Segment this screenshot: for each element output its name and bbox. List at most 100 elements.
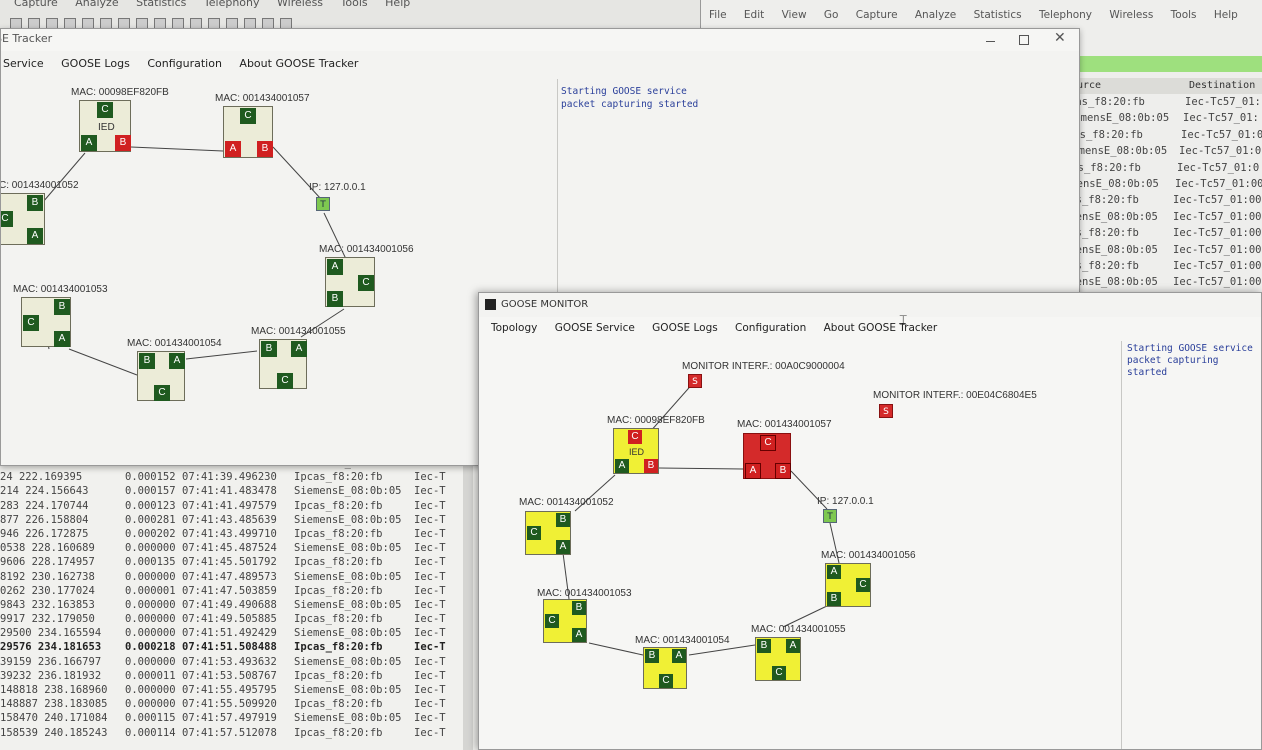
table-row[interactable]: 0262 230.177024 0.000001 07:41:47.503859 Ip… xyxy=(0,585,470,599)
switch-node[interactable]: B A C xyxy=(259,339,307,389)
table-row[interactable]: cas_f8:20:fb Iec-Tc57_01: xyxy=(1063,96,1262,112)
column-source[interactable]: urce xyxy=(1077,80,1101,91)
column-destination[interactable]: Destination xyxy=(1189,80,1255,91)
table-cell: 0.000000 xyxy=(125,655,176,668)
close-icon[interactable]: ✕ xyxy=(1054,30,1066,46)
ied-node[interactable]: C IED A B xyxy=(613,428,659,474)
menu-tools[interactable]: Tools xyxy=(341,0,368,9)
switch-node-alarm[interactable]: C A B xyxy=(743,433,791,479)
table-cell: 24 222.169395 xyxy=(0,471,83,484)
title-bar[interactable]: SE Tracker ✕ xyxy=(0,29,1079,51)
menu-wireless[interactable]: Wireless xyxy=(277,0,323,9)
switch-node[interactable]: A C B xyxy=(825,563,871,607)
menu-edit[interactable]: Edit xyxy=(744,9,764,21)
port-a: A xyxy=(827,565,841,579)
table-row[interactable]: 214 224.156643 0.000157 07:41:41.483478 Sie… xyxy=(0,485,470,499)
table-row[interactable]: 9843 232.163853 0.000000 07:41:49.490688 Si… xyxy=(0,599,470,613)
table-row[interactable]: emensE_08:0b:05 Iec-Tc57_01:00 xyxy=(1063,211,1262,227)
table-row[interactable]: 158539 240.185243 0.000114 07:41:57.512078… xyxy=(0,727,470,741)
menu-capture[interactable]: Capture xyxy=(14,0,58,9)
monitor-interface-node[interactable]: S xyxy=(688,374,702,388)
display-filter-bar[interactable] xyxy=(1079,56,1262,72)
table-row[interactable]: cas_f8:20:fb Iec-Tc57_01:0 xyxy=(1063,162,1262,178)
table-row[interactable]: 946 226.172875 0.000202 07:41:43.499710 Ipc… xyxy=(0,528,470,542)
table-row[interactable]: cas_f8:20:fb Iec-Tc57_01:0 xyxy=(1063,129,1262,145)
switch-node[interactable]: B A C xyxy=(755,637,801,681)
menu-wireless[interactable]: Wireless xyxy=(1109,9,1153,21)
table-row[interactable]: cas_f8:20:fb Iec-Tc57_01:00 xyxy=(1063,227,1262,243)
table-row[interactable]: 9606 228.174957 0.000135 07:41:45.501792 Ip… xyxy=(0,556,470,570)
menu-statistics[interactable]: Statistics xyxy=(136,0,186,9)
menu-telephony[interactable]: Telephony xyxy=(1039,9,1092,21)
menu-goose-logs[interactable]: GOOSE Logs xyxy=(652,322,718,334)
menu-configuration[interactable]: Configuration xyxy=(147,57,222,70)
table-row[interactable]: cas_f8:20:fb Iec-Tc57_01:00 xyxy=(1063,194,1262,210)
menu-go[interactable]: Go xyxy=(824,9,839,21)
menu-about[interactable]: About GOOSE Tracker xyxy=(239,57,358,70)
maximize-icon[interactable] xyxy=(1019,35,1029,45)
table-row[interactable]: emensE_08:0b:05 Iec-Tc57_01:00 xyxy=(1063,178,1262,194)
menu-goose-logs[interactable]: GOOSE Logs xyxy=(61,57,130,70)
ip-node[interactable]: T xyxy=(316,197,330,211)
menu-service[interactable]: Service xyxy=(3,57,44,70)
menu-topology[interactable]: Topology xyxy=(491,322,537,334)
menu-capture[interactable]: Capture xyxy=(856,9,898,21)
monitor-interface-node[interactable]: S xyxy=(879,404,893,418)
switch-node[interactable]: B C A xyxy=(543,599,587,643)
table-cell: Iec-T xyxy=(414,471,446,484)
table-row[interactable]: 148818 238.168960 0.000000 07:41:55.495795… xyxy=(0,684,470,698)
switch-node[interactable]: B C A xyxy=(525,511,571,555)
table-row[interactable]: 9917 232.179050 0.000000 07:41:49.505885 Ip… xyxy=(0,613,470,627)
window-title: SE Tracker xyxy=(0,32,53,45)
table-cell: 39159 236.166797 xyxy=(0,655,102,668)
table-row[interactable]: iemensE_08:0b:05 Iec-Tc57_01: xyxy=(1063,112,1262,128)
node-mac-label: MAC: 001434001054 xyxy=(635,635,730,646)
menu-configuration[interactable]: Configuration xyxy=(735,322,806,334)
table-row[interactable]: emensE_08:0b:05 Iec-Tc57_01:00 xyxy=(1063,276,1262,292)
ied-node[interactable]: C IED A B xyxy=(79,100,131,152)
log-line: packet capturing started xyxy=(1127,355,1219,378)
table-cell: 07:41:53.508767 xyxy=(182,669,277,682)
scrollbar[interactable] xyxy=(463,455,473,750)
switch-node[interactable]: B C A xyxy=(1,193,45,245)
table-row[interactable]: 0538 228.160689 0.000000 07:41:45.487524 Si… xyxy=(0,542,470,556)
title-bar[interactable]: GOOSE MONITOR xyxy=(479,293,1261,317)
table-cell: Iec-T xyxy=(414,485,446,498)
switch-node[interactable]: C A B xyxy=(223,106,273,158)
table-row[interactable]: 24 222.169395 0.000152 07:41:39.496230 Ipca… xyxy=(0,471,470,485)
table-cell: 07:41:49.505885 xyxy=(182,613,277,626)
table-row[interactable]: 29500 234.165594 0.000000 07:41:51.492429 S… xyxy=(0,627,470,641)
switch-node[interactable]: B A C xyxy=(643,647,687,689)
table-row[interactable]: 148887 238.183085 0.000000 07:41:55.509920… xyxy=(0,698,470,712)
menu-statistics[interactable]: Statistics xyxy=(974,9,1022,21)
table-row[interactable]: 8192 230.162738 0.000000 07:41:47.489573 Si… xyxy=(0,571,470,585)
table-row[interactable]: iemensE_08:0b:05 Iec-Tc57_01:0 xyxy=(1063,145,1262,161)
table-row[interactable]: emensE_08:0b:05 Iec-Tc57_01:00 xyxy=(1063,244,1262,260)
menu-help[interactable]: Help xyxy=(1214,9,1238,21)
menu-analyze[interactable]: Analyze xyxy=(915,9,956,21)
table-row[interactable]: 283 224.170744 0.000123 07:41:41.497579 Ipc… xyxy=(0,500,470,514)
switch-node[interactable]: A C B xyxy=(325,257,375,307)
minimize-icon[interactable] xyxy=(986,41,995,42)
menu-goose-service[interactable]: GOOSE Service xyxy=(555,322,635,334)
switch-node[interactable]: B C A xyxy=(21,297,71,347)
table-cell: Ipcas_f8:20:fb xyxy=(294,698,383,711)
menu-view[interactable]: View xyxy=(782,9,807,21)
switch-node[interactable]: B A C xyxy=(137,351,185,401)
ip-node[interactable]: T xyxy=(823,509,837,523)
table-row[interactable]: 29576 234.181653 0.000218 07:41:51.508488 I… xyxy=(0,641,470,655)
table-row[interactable]: 39232 236.181932 0.000011 07:41:53.508767 I… xyxy=(0,670,470,684)
table-cell: Iec-Tc57_01:00 xyxy=(1173,227,1262,240)
menu-help[interactable]: Help xyxy=(385,0,410,9)
menu-telephony[interactable]: Telephony xyxy=(204,0,260,9)
menu-analyze[interactable]: Analyze xyxy=(75,0,118,9)
table-row[interactable]: 877 226.158804 0.000281 07:41:43.485639 Sie… xyxy=(0,514,470,528)
menu-about[interactable]: About GOOSE Tracker xyxy=(824,322,938,334)
table-cell: 07:41:51.492429 xyxy=(182,627,277,640)
menu-tools[interactable]: Tools xyxy=(1171,9,1197,21)
table-row[interactable]: 158470 240.171084 0.000115 07:41:57.497919… xyxy=(0,712,470,726)
table-row[interactable]: 39159 236.166797 0.000000 07:41:53.493632 S… xyxy=(0,656,470,670)
menu-file[interactable]: File xyxy=(709,9,727,21)
table-row[interactable]: cas_f8:20:fb Iec-Tc57_01:00 xyxy=(1063,260,1262,276)
port-b: B xyxy=(257,141,273,157)
